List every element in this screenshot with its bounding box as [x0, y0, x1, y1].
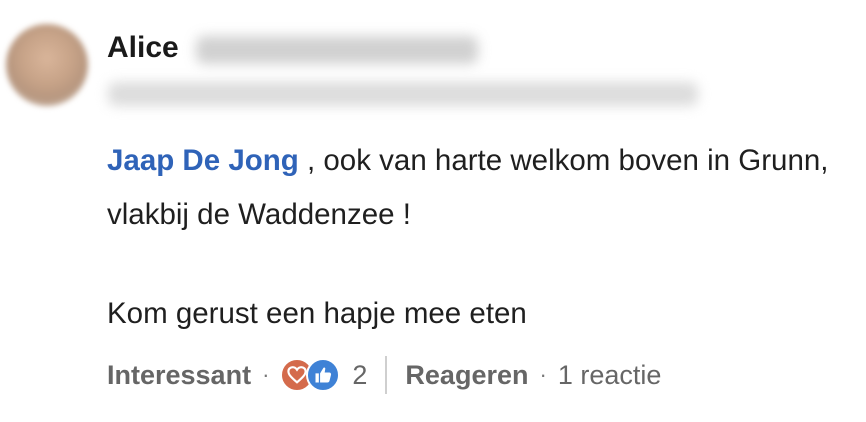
mention-link[interactable]: Jaap De Jong [107, 144, 299, 177]
reply-button[interactable]: Reageren [405, 360, 528, 391]
author-name[interactable]: Alice [107, 31, 179, 65]
comment-body: Jaap De Jong , ook van harte welkom bove… [107, 134, 857, 341]
thumbs-up-icon [306, 358, 341, 392]
comment-actions: Interessant · 2 Reageren · 1 reactie [107, 352, 661, 398]
reactions-summary[interactable] [280, 355, 342, 395]
author-headline-redacted [196, 36, 478, 64]
reaction-count[interactable]: 2 [352, 360, 367, 391]
separator-dot-2: · [539, 362, 547, 387]
separator-dot: · [262, 362, 270, 387]
comment-paragraph-2: Kom gerust een hapje mee eten [107, 297, 527, 330]
comment-paragraph: Jaap De Jong , ook van harte welkom bove… [107, 134, 857, 242]
avatar[interactable] [6, 24, 88, 106]
author-subtitle-redacted [108, 82, 698, 106]
actions-divider [385, 356, 388, 394]
interesting-button[interactable]: Interessant [107, 360, 251, 391]
reply-count[interactable]: 1 reactie [558, 360, 662, 391]
